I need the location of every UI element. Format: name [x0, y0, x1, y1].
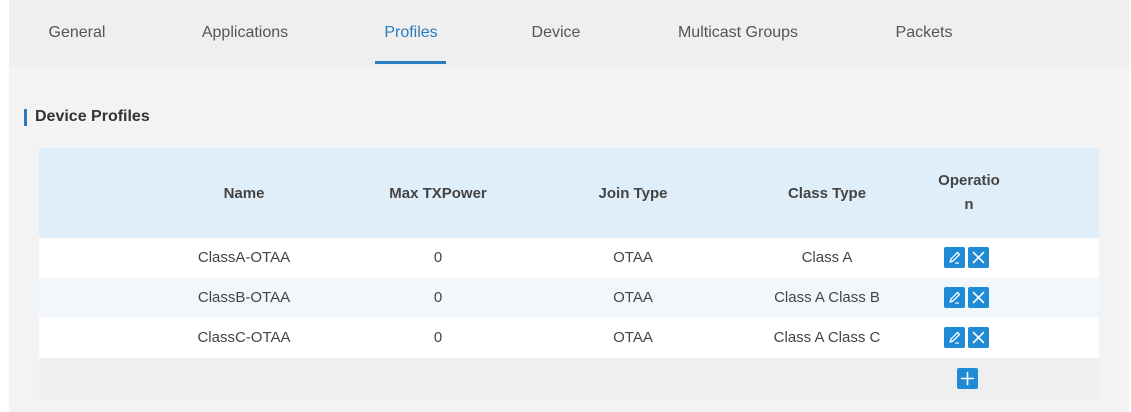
cell-max-txpower: 0 [433, 249, 443, 266]
header-class-type: Class Type [787, 184, 867, 202]
table-row: ClassB-OTAA 0 OTAA Class A Class B [39, 278, 1099, 318]
tab-bar: General Applications Profiles Device Mul… [9, 0, 1129, 66]
page: General Applications Profiles Device Mul… [9, 0, 1129, 412]
cell-name: ClassA-OTAA [197, 249, 291, 266]
delete-button[interactable] [968, 287, 989, 308]
table-footer [39, 358, 1099, 399]
device-profiles-table: Name Max TXPower Join Type Class Type Op… [39, 148, 1099, 399]
tab-device[interactable]: Device [532, 0, 581, 66]
tab-profiles[interactable]: Profiles [384, 0, 437, 66]
add-icon [960, 371, 975, 386]
table-row: ClassA-OTAA 0 OTAA Class A [39, 238, 1099, 278]
header-join-type: Join Type [598, 184, 668, 202]
delete-button[interactable] [968, 247, 989, 268]
edit-button[interactable] [944, 287, 965, 308]
header-max-txpower: Max TXPower [389, 184, 487, 202]
cell-class-type: Class A Class C [773, 329, 881, 346]
header-name: Name [223, 184, 265, 202]
delete-button[interactable] [968, 327, 989, 348]
active-tab-indicator [375, 61, 446, 64]
delete-icon [972, 251, 985, 264]
edit-icon [949, 331, 961, 344]
tab-general[interactable]: General [49, 0, 106, 66]
cell-class-type: Class A Class B [774, 289, 880, 306]
tab-multicast-groups[interactable]: Multicast Groups [678, 0, 798, 66]
cell-name: ClassC-OTAA [197, 329, 291, 346]
delete-icon [972, 331, 985, 344]
cell-name: ClassB-OTAA [197, 289, 291, 306]
tab-applications[interactable]: Applications [202, 0, 288, 66]
table-header: Name Max TXPower Join Type Class Type Op… [39, 148, 1099, 238]
cell-class-type: Class A [801, 249, 853, 266]
cell-max-txpower: 0 [433, 289, 443, 306]
edit-icon [949, 291, 961, 304]
tab-packets[interactable]: Packets [896, 0, 953, 66]
cell-join-type: OTAA [613, 249, 653, 266]
header-operation: Operation [938, 172, 1000, 213]
section-accent-bar [24, 109, 27, 126]
section-title: Device Profiles [35, 108, 150, 125]
cell-join-type: OTAA [613, 289, 653, 306]
table-row: ClassC-OTAA 0 OTAA Class A Class C [39, 318, 1099, 358]
delete-icon [972, 291, 985, 304]
add-button[interactable] [957, 368, 978, 389]
edit-button[interactable] [944, 247, 965, 268]
cell-max-txpower: 0 [433, 329, 443, 346]
edit-button[interactable] [944, 327, 965, 348]
cell-join-type: OTAA [613, 329, 653, 346]
edit-icon [949, 251, 961, 264]
